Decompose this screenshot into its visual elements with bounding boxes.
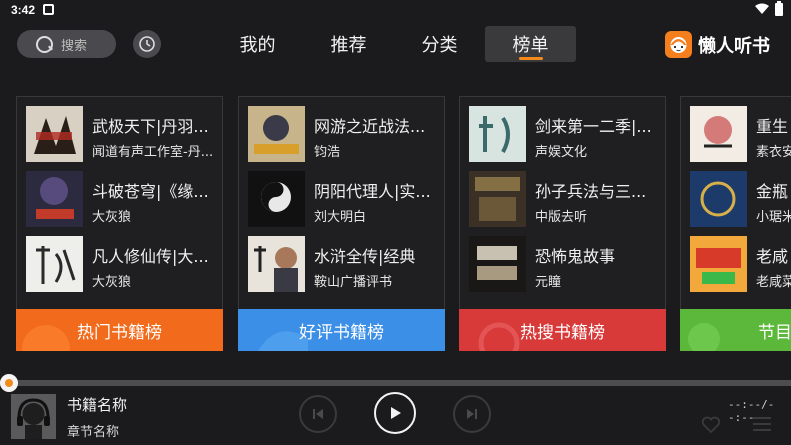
book-cover <box>26 236 83 292</box>
book-author: 钧浩 <box>314 145 341 160</box>
wifi-icon <box>755 3 769 14</box>
book-cover <box>248 106 305 162</box>
tab-mine[interactable]: 我的 <box>212 26 303 62</box>
book-cover <box>248 171 305 227</box>
ranking-banner[interactable]: 节目下 <box>680 309 791 351</box>
status-bar: 3:42 <box>0 0 791 20</box>
list-item[interactable]: 金瓶 小琚米 <box>690 171 791 227</box>
ranking-card-hot[interactable]: 武极天下|丹羽... 闻道有声工作室-丹... 斗破苍穹|《缘... 大灰狼 凡… <box>16 96 223 351</box>
ranking-banner[interactable]: 好评书籍榜 <box>238 309 445 351</box>
book-title: 老咸 <box>756 247 789 266</box>
player-book-title: 书籍名称 <box>67 396 128 414</box>
book-author: 大灰狼 <box>92 275 132 290</box>
list-item[interactable]: 水浒全传|经典 鞍山广播评书 <box>248 236 438 292</box>
book-author: 老咸菜 <box>756 275 791 290</box>
favorite-heart-icon[interactable] <box>701 416 721 434</box>
book-title: 阴阳代理人|实... <box>314 182 431 201</box>
book-cover <box>26 106 83 162</box>
book-author: 闻道有声工作室-丹... <box>92 145 214 160</box>
list-item[interactable]: 孙子兵法与三... 中版去听 <box>469 171 659 227</box>
player-cover[interactable] <box>11 394 56 439</box>
book-author: 大灰狼 <box>92 210 132 225</box>
tab-bar: 我的 推荐 分类 榜单 <box>212 26 576 62</box>
list-item[interactable]: 阴阳代理人|实... 刘大明白 <box>248 171 438 227</box>
ranking-banner[interactable]: 热门书籍榜 <box>16 309 223 351</box>
book-title: 斗破苍穹|《缘... <box>92 182 209 201</box>
notification-icon <box>43 4 54 15</box>
next-button[interactable] <box>453 395 491 433</box>
book-cover <box>690 106 747 162</box>
book-title: 孙子兵法与三... <box>535 182 647 201</box>
ranking-card-rated[interactable]: 网游之近战法... 钧浩 阴阳代理人|实... 刘大明白 水浒全传|经典 鞍山广… <box>238 96 445 351</box>
book-title: 网游之近战法... <box>314 117 426 136</box>
book-title: 剑来第一二季|... <box>535 117 652 136</box>
tab-recommend[interactable]: 推荐 <box>303 26 394 62</box>
brand-name: 懒人听书 <box>698 35 770 57</box>
progress-knob[interactable] <box>0 374 18 392</box>
skip-previous-icon <box>313 409 323 419</box>
book-cover <box>469 171 526 227</box>
book-cover <box>248 236 305 292</box>
brand-logo-icon <box>665 31 692 58</box>
ranking-card-program[interactable]: 重生 素衣安 金瓶 小琚米 老咸 老咸菜 节目下 <box>680 96 791 351</box>
book-cover <box>690 171 747 227</box>
list-item[interactable]: 剑来第一二季|... 声娱文化 <box>469 106 659 162</box>
list-item[interactable]: 网游之近战法... 钧浩 <box>248 106 438 162</box>
book-cover <box>26 171 83 227</box>
book-title: 恐怖鬼故事 <box>535 247 616 266</box>
list-item[interactable]: 武极天下|丹羽... 闻道有声工作室-丹... <box>26 106 216 162</box>
book-author: 素衣安 <box>756 145 791 160</box>
list-item[interactable]: 斗破苍穹|《缘... 大灰狼 <box>26 171 216 227</box>
play-icon <box>391 407 401 419</box>
player-chapter-title: 章节名称 <box>67 425 120 440</box>
tab-category[interactable]: 分类 <box>394 26 485 62</box>
book-title: 水浒全传|经典 <box>314 247 416 266</box>
list-item[interactable]: 重生 素衣安 <box>690 106 791 162</box>
book-author: 刘大明白 <box>314 210 367 225</box>
book-cover <box>469 236 526 292</box>
book-title: 凡人修仙传|大... <box>92 247 209 266</box>
search-placeholder: 搜索 <box>61 38 88 54</box>
clock-icon <box>139 36 155 52</box>
play-button[interactable] <box>374 392 416 434</box>
book-title: 重生 <box>756 117 789 136</box>
battery-icon <box>775 1 783 16</box>
search-icon <box>36 36 53 53</box>
book-author: 鞍山广播评书 <box>314 275 393 290</box>
playlist-icon[interactable] <box>752 414 772 434</box>
search-box[interactable]: 搜索 <box>17 30 116 58</box>
list-item[interactable]: 老咸 老咸菜 <box>690 236 791 292</box>
brand: 懒人听书 <box>665 31 770 58</box>
tab-ranking[interactable]: 榜单 <box>485 26 576 62</box>
book-author: 中版去听 <box>535 210 588 225</box>
skip-next-icon <box>467 409 477 419</box>
list-item[interactable]: 恐怖鬼故事 元瞳 <box>469 236 659 292</box>
ranking-banner-label: 节目下 <box>758 322 791 343</box>
status-time: 3:42 <box>11 3 36 17</box>
book-cover <box>690 236 747 292</box>
book-title: 武极天下|丹羽... <box>92 117 209 136</box>
book-cover <box>469 106 526 162</box>
ranking-card-search[interactable]: 剑来第一二季|... 声娱文化 孙子兵法与三... 中版去听 恐怖鬼故事 元瞳 … <box>459 96 666 351</box>
ranking-banner-label: 热搜书籍榜 <box>520 322 605 343</box>
ranking-banner-label: 热门书籍榜 <box>77 322 162 343</box>
book-author: 声娱文化 <box>535 145 588 160</box>
previous-button[interactable] <box>299 395 337 433</box>
list-item[interactable]: 凡人修仙传|大... 大灰狼 <box>26 236 216 292</box>
ranking-cards: 武极天下|丹羽... 闻道有声工作室-丹... 斗破苍穹|《缘... 大灰狼 凡… <box>16 96 791 352</box>
ranking-banner[interactable]: 热搜书籍榜 <box>459 309 666 351</box>
ranking-banner-label: 好评书籍榜 <box>299 322 384 343</box>
playback-progress-bar[interactable] <box>0 380 791 386</box>
book-title: 金瓶 <box>756 182 789 201</box>
history-button[interactable] <box>133 30 161 58</box>
book-author: 元瞳 <box>535 275 562 290</box>
listener-avatar-icon <box>11 394 56 439</box>
book-author: 小琚米 <box>756 210 791 225</box>
